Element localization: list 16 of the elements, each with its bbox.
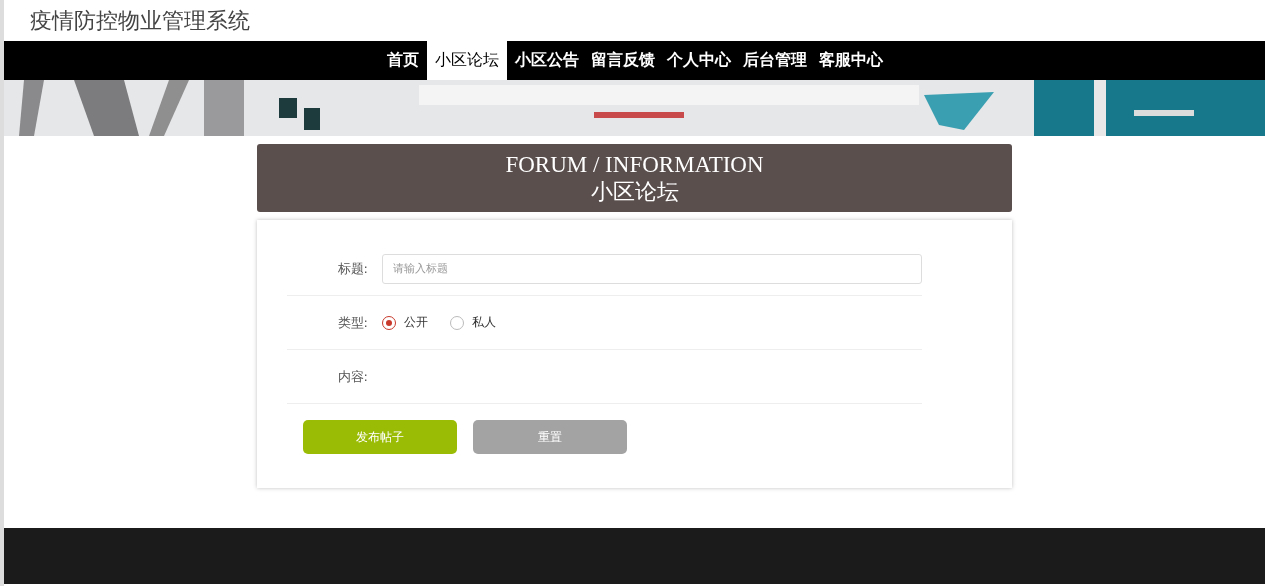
nav-item[interactable]: 客服中心 <box>814 41 887 80</box>
nav-item[interactable]: 首页 <box>382 41 423 80</box>
radio-label[interactable]: 公开 <box>404 314 428 331</box>
site-title: 疫情防控物业管理系统 <box>30 6 250 35</box>
field-label: 类型: <box>336 313 369 332</box>
section-subtitle: 小区论坛 <box>590 177 679 206</box>
nav-item[interactable]: 后台管理 <box>738 41 811 80</box>
nav-item[interactable]: 留言反馈 <box>586 41 659 80</box>
nav-item[interactable]: 小区论坛 <box>426 41 507 80</box>
title-input[interactable]: 请输入标题 <box>382 253 922 284</box>
field-label: 内容: <box>336 367 369 386</box>
field-label: 标题: <box>336 259 369 278</box>
nav-item[interactable]: 小区公告 <box>510 41 583 80</box>
radio-label[interactable]: 私人 <box>472 314 496 331</box>
nav-item[interactable]: 个人中心 <box>662 41 735 80</box>
section-title: FORUM / INFORMATION <box>505 150 764 178</box>
